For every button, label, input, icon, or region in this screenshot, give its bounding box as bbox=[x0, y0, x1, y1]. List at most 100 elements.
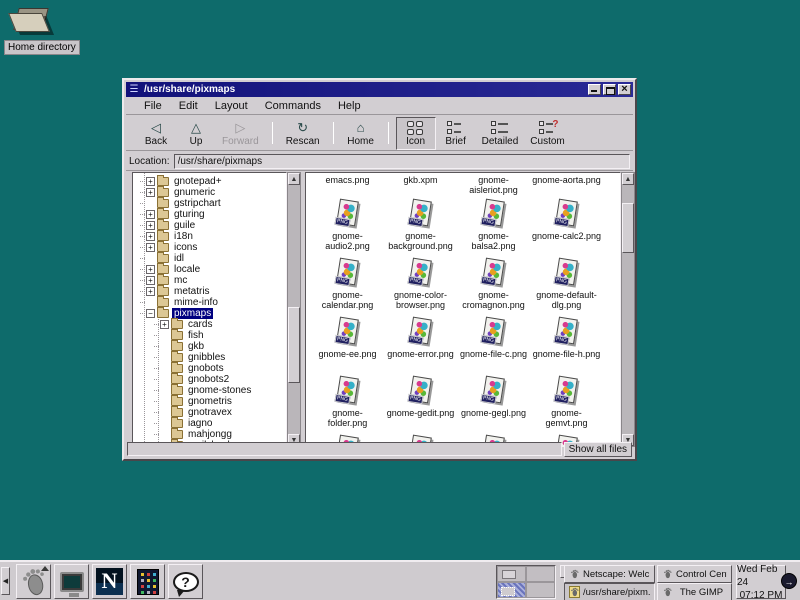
menu-file[interactable]: File bbox=[144, 100, 162, 112]
toolbar-button-home[interactable]: ⌂Home bbox=[341, 117, 381, 150]
file-item-gnome-aisleriot-png[interactable]: PNGgnome-aisleriot.png bbox=[457, 173, 530, 196]
list-square bbox=[447, 121, 452, 126]
toolbar-button-up[interactable]: △Up bbox=[176, 117, 216, 150]
tree-item-icons[interactable]: +icons bbox=[133, 242, 286, 253]
file-item-gnome-aorta-png[interactable]: PNGgnome-aorta.png bbox=[530, 173, 603, 196]
toolbar-button-back[interactable]: ◁Back bbox=[136, 117, 176, 150]
tree-expander[interactable]: + bbox=[146, 276, 155, 285]
tree-expander[interactable]: + bbox=[146, 210, 155, 219]
task-button-control-center[interactable]: Control Center bbox=[657, 565, 732, 583]
help-launcher[interactable]: ? bbox=[168, 564, 203, 599]
tree-item-mahjongg[interactable]: mahjongg bbox=[133, 429, 286, 440]
task-button-the-gimp[interactable]: The GIMP bbox=[657, 583, 732, 600]
menu-commands[interactable]: Commands bbox=[265, 100, 321, 112]
tree-item-gkb[interactable]: gkb bbox=[133, 341, 286, 352]
tree-item-mime-info[interactable]: mime-info bbox=[133, 297, 286, 308]
toolbar-button-forward[interactable]: ▷Forward bbox=[216, 117, 265, 150]
file-item-gnome-calendar-png[interactable]: PNGgnome-calendar.png bbox=[311, 255, 384, 314]
window-menu-icon[interactable]: ☰ bbox=[128, 84, 140, 95]
tree-item-i18n[interactable]: +i18n bbox=[133, 231, 286, 242]
task-button-usr-share-pixm[interactable]: /usr/share/pixm... bbox=[564, 583, 655, 600]
tree-item-fish[interactable]: fish bbox=[133, 330, 286, 341]
panel-hide-right-button[interactable]: → bbox=[781, 573, 797, 589]
tree-expander[interactable]: + bbox=[160, 320, 169, 329]
tree-item-gnobots[interactable]: gnobots bbox=[133, 363, 286, 374]
file-item-gnome-audio2-png[interactable]: PNGgnome-audio2.png bbox=[311, 196, 384, 255]
close-button[interactable] bbox=[618, 84, 631, 95]
tree-expander[interactable]: − bbox=[146, 309, 155, 318]
file-item-gnome-ee-png[interactable]: PNGgnome-ee.png bbox=[311, 314, 384, 373]
tree-item-gnometris[interactable]: gnometris bbox=[133, 396, 286, 407]
file-item-gnome-default-dlg-png[interactable]: PNGgnome-default-dlg.png bbox=[530, 255, 603, 314]
desktop-icon-home-directory[interactable]: Home directory bbox=[4, 4, 94, 55]
toolbar-button-custom[interactable]: ?Custom bbox=[524, 117, 570, 150]
maximize-button[interactable] bbox=[603, 84, 616, 95]
tree-item-iagno[interactable]: iagno bbox=[133, 418, 286, 429]
tree-item-locale[interactable]: +locale bbox=[133, 264, 286, 275]
task-button-netscape-welc[interactable]: Netscape: Welc... bbox=[564, 565, 655, 583]
pager-workspace-3-active[interactable] bbox=[497, 582, 526, 598]
tree-item-idl[interactable]: idl bbox=[133, 253, 286, 264]
tree-item-metatris[interactable]: +metatris bbox=[133, 286, 286, 297]
window-titlebar[interactable]: ☰ /usr/share/pixmaps bbox=[126, 82, 633, 97]
png-file-icon: PNG bbox=[481, 199, 507, 229]
file-item-gnome-color-browser-png[interactable]: PNGgnome-color-browser.png bbox=[384, 255, 457, 314]
file-item-gkb-xpm[interactable]: PNGgkb.xpm bbox=[384, 173, 457, 196]
file-item-gnome-background-png[interactable]: PNGgnome-background.png bbox=[384, 196, 457, 255]
tree-item-gstripchart[interactable]: gstripchart bbox=[133, 198, 286, 209]
tree-item-gnumeric[interactable]: +gnumeric bbox=[133, 187, 286, 198]
toolbar-button-rescan[interactable]: ↻Rescan bbox=[280, 117, 326, 150]
tree-expander[interactable]: + bbox=[146, 243, 155, 252]
tree-expander[interactable]: + bbox=[146, 232, 155, 241]
panel-hide-left-button[interactable]: ◀ bbox=[1, 567, 10, 595]
location-input[interactable] bbox=[174, 154, 630, 169]
main-menu-button[interactable] bbox=[16, 564, 51, 599]
tree-item-gnobots2[interactable]: gnobots2 bbox=[133, 374, 286, 385]
tree-item-guile[interactable]: +guile bbox=[133, 220, 286, 231]
file-item-gnome-gemvt-png[interactable]: PNGgnome-gemvt.png bbox=[530, 373, 603, 432]
tree-item-gnotravex[interactable]: gnotravex bbox=[133, 407, 286, 418]
file-item-gnome-file-c-png[interactable]: PNGgnome-file-c.png bbox=[457, 314, 530, 373]
tree-item-gturing[interactable]: +gturing bbox=[133, 209, 286, 220]
file-item-gnome-error-png[interactable]: PNGgnome-error.png bbox=[384, 314, 457, 373]
file-item-gnome-file-h-png[interactable]: PNGgnome-file-h.png bbox=[530, 314, 603, 373]
tree-item-gnotepad[interactable]: +gnotepad+ bbox=[133, 176, 286, 187]
toolbar-button-detailed[interactable]: Detailed bbox=[476, 117, 525, 150]
toolbar-button-brief[interactable]: Brief bbox=[436, 117, 476, 150]
terminal-launcher[interactable] bbox=[54, 564, 89, 599]
netscape-launcher[interactable]: N bbox=[92, 564, 127, 599]
file-item-gnome-gedit-png[interactable]: PNGgnome-gedit.png bbox=[384, 373, 457, 432]
file-item-gnome-gegl-png[interactable]: PNGgnome-gegl.png bbox=[457, 373, 530, 432]
file-item-gnome-balsa2-png[interactable]: PNGgnome-balsa2.png bbox=[457, 196, 530, 255]
files-scrollbar[interactable]: ▲ ▼ bbox=[621, 172, 635, 447]
pager-workspace-4[interactable] bbox=[526, 582, 555, 598]
tree-expander[interactable]: + bbox=[146, 265, 155, 274]
files-scroll-up-icon[interactable]: ▲ bbox=[622, 173, 634, 185]
tree-item-cards[interactable]: +cards bbox=[133, 319, 286, 330]
minimize-button[interactable] bbox=[588, 84, 601, 95]
tree-item-gnibbles[interactable]: gnibbles bbox=[133, 352, 286, 363]
menu-edit[interactable]: Edit bbox=[179, 100, 198, 112]
file-item-gnome-cromagnon-png[interactable]: PNGgnome-cromagnon.png bbox=[457, 255, 530, 314]
tree-scrollbar-thumb[interactable] bbox=[288, 307, 300, 383]
files-scrollbar-thumb[interactable] bbox=[622, 203, 634, 253]
tree-item-gnome-stones[interactable]: gnome-stones bbox=[133, 385, 286, 396]
tree-expander[interactable]: + bbox=[146, 221, 155, 230]
toolbar-button-icon[interactable]: Icon bbox=[396, 117, 436, 150]
menu-layout[interactable]: Layout bbox=[215, 100, 248, 112]
file-item-gnome-calc2-png[interactable]: PNGgnome-calc2.png bbox=[530, 196, 603, 255]
tree-item-mc[interactable]: +mc bbox=[133, 275, 286, 286]
tree-scrollbar[interactable]: ▲ ▼ bbox=[287, 172, 301, 447]
tree-expander[interactable]: + bbox=[146, 188, 155, 197]
file-item-gnome-folder-png[interactable]: PNGgnome-folder.png bbox=[311, 373, 384, 432]
pager-workspace-2[interactable] bbox=[526, 566, 555, 582]
file-item-emacs-png[interactable]: PNGemacs.png bbox=[311, 173, 384, 196]
menu-help[interactable]: Help bbox=[338, 100, 361, 112]
show-all-files-button[interactable]: Show all files bbox=[564, 442, 632, 457]
night-building-launcher[interactable] bbox=[130, 564, 165, 599]
tree-expander[interactable]: + bbox=[146, 287, 155, 296]
pager-workspace-1[interactable] bbox=[497, 566, 526, 582]
tree-scroll-up-icon[interactable]: ▲ bbox=[288, 173, 300, 185]
tree-expander[interactable]: + bbox=[146, 177, 155, 186]
tree-item-pixmaps[interactable]: −pixmaps bbox=[133, 308, 286, 319]
